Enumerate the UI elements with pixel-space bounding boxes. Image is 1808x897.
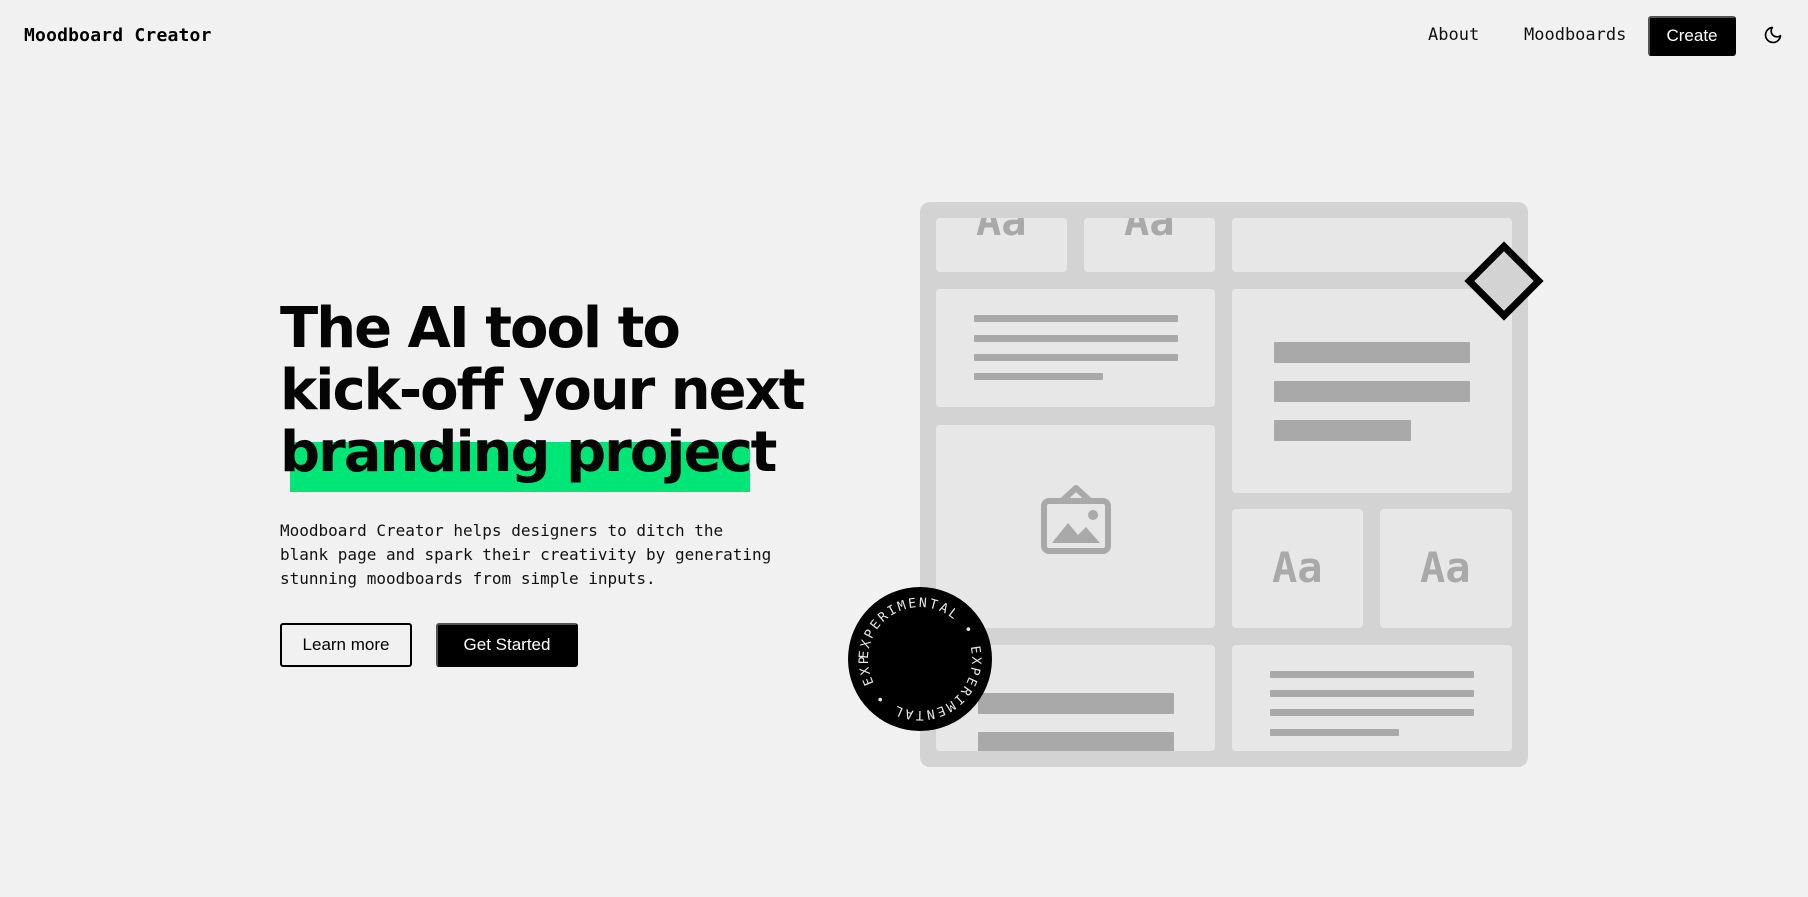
blank-tile [1232,218,1512,272]
text-line [974,335,1178,342]
hero-description-line-2: blank page and spark their creativity by… [280,545,772,564]
type-sample: Aa [976,218,1027,245]
heading-bar [978,732,1174,751]
heading-bar [978,693,1174,714]
text-tile [936,289,1215,407]
nav-about-link[interactable]: About [1428,25,1479,45]
type-tile: Aa [1232,509,1363,628]
get-started-button[interactable]: Get Started [436,623,578,667]
type-sample: Aa [1272,543,1323,592]
image-placeholder-icon [1040,485,1112,561]
nav-moodboards-link[interactable]: Moodboards [1524,25,1626,45]
hero-title-line-2: kick-off your next [280,358,806,423]
text-tile [1232,645,1512,751]
type-sample: Aa [1420,543,1471,592]
moodboard-illustration: Aa Aa Aa Aa [920,202,1528,767]
hero-description-line-1: Moodboard Creator helps designers to dit… [280,521,724,540]
type-sample: Aa [1124,218,1175,245]
experimental-badge: EXPERIMENTAL • EXPERIMENTAL • EXPERIMENT… [843,576,992,731]
moon-icon[interactable] [1762,24,1784,46]
heading-bar [1274,342,1470,363]
type-tile: Aa [1380,509,1512,628]
text-line [974,354,1178,361]
hero-title-line-3: branding project [280,420,840,492]
heading-bar [1274,381,1470,402]
type-tile: Aa [936,218,1067,272]
hero-description-line-3: stunning moodboards from simple inputs. [280,569,656,588]
create-button[interactable]: Create [1648,16,1736,56]
text-line [974,315,1178,322]
highlight-text: branding project [280,420,777,485]
hero-title: The AI tool to kick-off your next brandi… [280,296,840,492]
text-line [1270,709,1474,716]
highlight: branding project [280,420,777,492]
logo[interactable]: Moodboard Creator [24,25,212,46]
header: Moodboard Creator About Moodboards Creat… [0,0,1808,72]
text-line [1270,671,1474,678]
hero-description: Moodboard Creator helps designers to dit… [280,519,780,591]
page: Moodboard Creator About Moodboards Creat… [0,0,1808,897]
learn-more-button[interactable]: Learn more [280,623,412,667]
hero-title-line-1: The AI tool to [280,296,681,361]
text-line [1270,729,1399,736]
heading-bar [1274,420,1411,441]
type-tile: Aa [1084,218,1215,272]
text-line [1270,690,1474,697]
heading-tile [1232,289,1512,493]
text-line [974,373,1103,380]
